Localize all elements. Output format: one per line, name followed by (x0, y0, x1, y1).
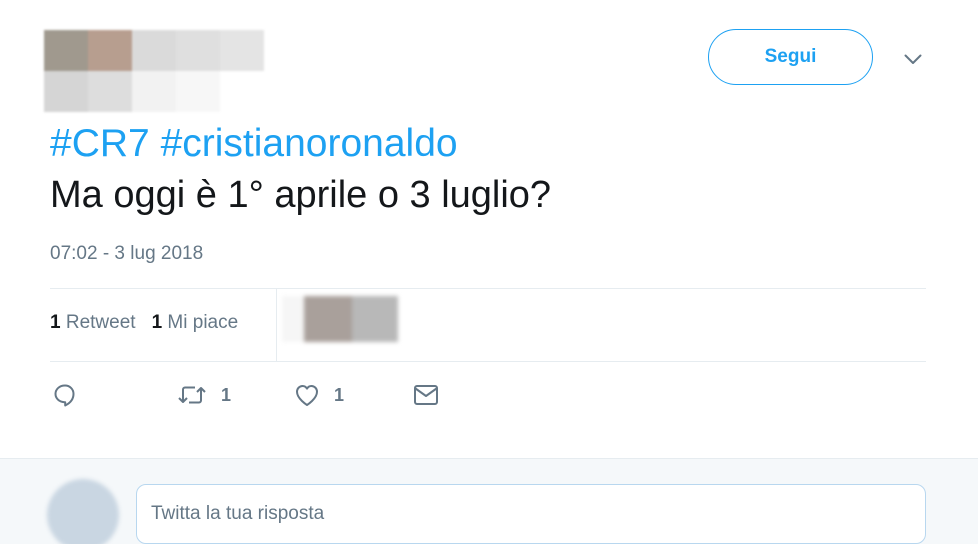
direct-message-button[interactable] (412, 382, 440, 408)
reply-input[interactable]: Twitta la tua risposta (136, 484, 926, 544)
like-count: 1 (334, 384, 345, 405)
avatar (47, 479, 119, 544)
hashtag-link-cristianoronaldo[interactable]: #cristianoronaldo (161, 122, 458, 165)
hashtag-link-cr7[interactable]: #CR7 (50, 122, 150, 165)
retweet-icon (176, 382, 208, 408)
reply-button[interactable] (52, 382, 78, 408)
chevron-down-icon[interactable] (902, 50, 924, 68)
liker-avatars-blurred[interactable] (282, 296, 398, 342)
tweet-timestamp[interactable]: 07:02 - 3 lug 2018 (50, 243, 203, 265)
tweet-text: Ma oggi è 1° aprile o 3 luglio? (50, 174, 552, 216)
hashtags: #CR7 #cristianoronaldo (50, 122, 458, 166)
author-profile-blurred[interactable] (44, 30, 264, 112)
retweet-button[interactable]: 1 (176, 382, 231, 408)
follow-button[interactable]: Segui (708, 29, 873, 85)
retweets-label: Retweet (65, 312, 136, 333)
likes-label: Mi piace (167, 312, 239, 333)
tweet-actions: 1 1 (52, 382, 440, 408)
likes-stat[interactable]: 1 Mi piace (152, 312, 239, 334)
like-button[interactable]: 1 (293, 382, 344, 408)
reply-icon (52, 382, 78, 408)
retweets-stat[interactable]: 1 Retweet (50, 312, 136, 334)
retweet-count: 1 (221, 384, 232, 405)
heart-icon (293, 382, 321, 408)
stats-separator (276, 288, 277, 361)
tweet-stats: 1 Retweet 1 Mi piace (50, 312, 254, 334)
divider (50, 361, 926, 362)
envelope-icon (412, 382, 440, 408)
reply-composer: Twitta la tua risposta (0, 458, 978, 544)
likes-count: 1 (151, 312, 163, 333)
divider (50, 288, 926, 289)
retweets-count: 1 (50, 312, 61, 333)
